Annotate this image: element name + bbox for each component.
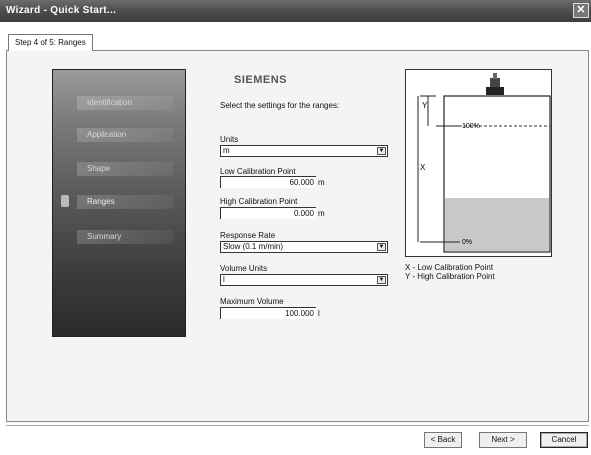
legend-y: Y - High Calibration Point: [405, 272, 495, 281]
percent-0-label: 0%: [462, 239, 472, 246]
percent-100-label: 100%: [462, 123, 480, 130]
tank-diagram: Y X 100% 0%: [405, 69, 552, 257]
footer-divider: [6, 425, 589, 426]
legend-x: X - Low Calibration Point: [405, 263, 494, 272]
response-rate-label: Response Rate: [220, 231, 276, 240]
response-rate-select[interactable]: Slow (0.1 m/min) ▼: [220, 241, 388, 253]
volume-units-value: l: [223, 275, 225, 284]
dropdown-arrow-icon[interactable]: ▼: [377, 276, 386, 284]
brand-logo: SIEMENS: [234, 74, 288, 86]
next-button[interactable]: Next >: [479, 432, 527, 448]
nav-item-summary[interactable]: Summary: [77, 230, 173, 244]
max-volume-label: Maximum Volume: [220, 297, 284, 306]
low-cal-label: Low Calibration Point: [220, 167, 296, 176]
response-rate-value: Slow (0.1 m/min): [223, 242, 284, 251]
units-value: m: [223, 146, 230, 155]
units-select[interactable]: m ▼: [220, 145, 388, 157]
units-label: Units: [220, 135, 239, 144]
high-cal-label: High Calibration Point: [220, 197, 298, 206]
close-icon: ✕: [576, 4, 586, 16]
high-cal-unit: m: [318, 209, 325, 218]
nav-item-ranges[interactable]: Ranges: [77, 195, 173, 209]
max-volume-unit: l: [318, 309, 320, 318]
max-volume-input[interactable]: 100.000: [220, 307, 316, 319]
window-title: Wizard - Quick Start...: [6, 5, 117, 16]
low-cal-unit: m: [318, 178, 325, 187]
x-label: X: [420, 163, 426, 172]
y-label: Y: [422, 101, 428, 110]
dropdown-arrow-icon[interactable]: ▼: [377, 243, 386, 251]
dropdown-arrow-icon[interactable]: ▼: [377, 147, 386, 155]
back-button[interactable]: < Back: [424, 432, 462, 448]
high-cal-input[interactable]: 0.000: [220, 207, 316, 219]
cancel-button[interactable]: Cancel: [540, 432, 588, 448]
nav-item-identification[interactable]: Identification: [77, 96, 173, 110]
volume-units-select[interactable]: l ▼: [220, 274, 388, 286]
volume-units-label: Volume Units: [220, 264, 268, 273]
current-step-marker-icon: [61, 195, 69, 207]
wizard-steps-panel: Identification Application Shape Ranges …: [52, 69, 186, 337]
sensor-icon: [486, 73, 504, 95]
close-button[interactable]: ✕: [573, 3, 589, 18]
nav-item-shape[interactable]: Shape: [77, 162, 173, 176]
liquid-level: [445, 198, 549, 251]
low-cal-input[interactable]: 60.000: [220, 176, 316, 188]
title-bar: Wizard - Quick Start... ✕: [0, 0, 591, 22]
tab-step-ranges[interactable]: Step 4 of 5: Ranges: [8, 34, 93, 51]
instruction-text: Select the settings for the ranges:: [220, 101, 340, 110]
nav-item-application[interactable]: Application: [77, 128, 173, 142]
